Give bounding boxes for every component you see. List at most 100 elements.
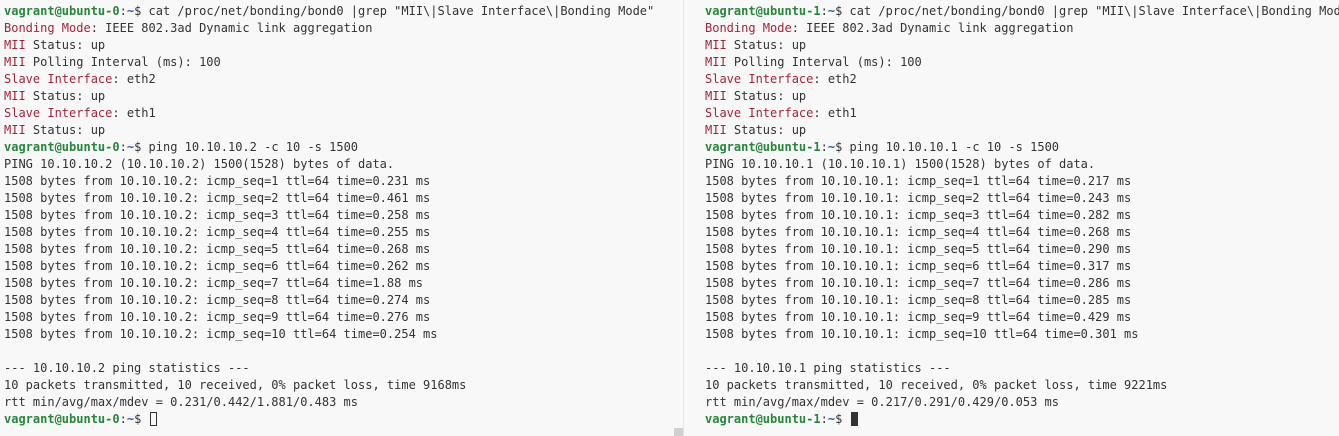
field-value: Polling Interval (ms): 100 bbox=[726, 55, 922, 69]
output-field-line: MII Polling Interval (ms): 100 bbox=[705, 54, 1339, 71]
field-value: : eth1 bbox=[813, 106, 857, 120]
terminal-pane-ubuntu-0[interactable]: vagrant@ubuntu-0:~$ cat /proc/net/bondin… bbox=[0, 0, 683, 436]
output-line: 1508 bytes from 10.10.10.1: icmp_seq=6 t… bbox=[705, 259, 1132, 273]
field-key: MII bbox=[4, 38, 26, 52]
field-value: Status: up bbox=[25, 123, 106, 137]
prompt-line: vagrant@ubuntu-1:~$ ping 10.10.10.1 -c 1… bbox=[705, 139, 1339, 156]
field-key: Bonding Mode bbox=[705, 21, 792, 35]
output-line: 1508 bytes from 10.10.10.1: icmp_seq=9 t… bbox=[705, 310, 1132, 324]
output-field-line: Slave Interface: eth2 bbox=[4, 71, 683, 88]
field-value: : eth2 bbox=[112, 72, 156, 86]
terminal-output[interactable]: vagrant@ubuntu-0:~$ cat /proc/net/bondin… bbox=[0, 0, 683, 428]
field-value: Polling Interval (ms): 100 bbox=[25, 55, 221, 69]
prompt-separator: : bbox=[820, 140, 828, 154]
command-text: cat /proc/net/bonding/bond0 |grep "MII\|… bbox=[148, 4, 655, 18]
field-key: Bonding Mode bbox=[4, 21, 91, 35]
output-line: 1508 bytes from 10.10.10.2: icmp_seq=10 … bbox=[4, 327, 438, 341]
output-field-line: MII Status: up bbox=[705, 122, 1339, 139]
prompt-separator: : bbox=[820, 412, 828, 426]
field-key: Slave Interface bbox=[705, 72, 814, 86]
output-line: 1508 bytes from 10.10.10.1: icmp_seq=10 … bbox=[705, 327, 1139, 341]
output-line: 1508 bytes from 10.10.10.2: icmp_seq=8 t… bbox=[4, 293, 431, 307]
output-field-line: Bonding Mode: IEEE 802.3ad Dynamic link … bbox=[4, 20, 683, 37]
terminal-window: vagrant@ubuntu-0:~$ cat /proc/net/bondin… bbox=[0, 0, 1339, 436]
field-key: Slave Interface bbox=[4, 106, 113, 120]
output-line: 1508 bytes from 10.10.10.2: icmp_seq=4 t… bbox=[4, 225, 431, 239]
prompt-separator: : bbox=[820, 4, 828, 18]
output-field-line: Slave Interface: eth1 bbox=[4, 105, 683, 122]
prompt-symbol: $ bbox=[134, 4, 149, 18]
output-line: 10 packets transmitted, 10 received, 0% … bbox=[4, 378, 467, 392]
prompt-path: ~ bbox=[126, 412, 135, 426]
prompt-user-host: vagrant@ubuntu-0 bbox=[4, 412, 120, 426]
field-key: Slave Interface bbox=[4, 72, 113, 86]
command-text: ping 10.10.10.1 -c 10 -s 1500 bbox=[849, 140, 1060, 154]
output-line: rtt min/avg/max/mdev = 0.217/0.291/0.429… bbox=[705, 395, 1060, 409]
output-field-line: MII Status: up bbox=[4, 88, 683, 105]
output-line: 1508 bytes from 10.10.10.2: icmp_seq=1 t… bbox=[4, 174, 431, 188]
terminal-pane-ubuntu-1[interactable]: vagrant@ubuntu-1:~$ cat /proc/net/bondin… bbox=[685, 0, 1339, 436]
scrollbar-thumb[interactable] bbox=[674, 428, 683, 436]
field-value: : IEEE 802.3ad Dynamic link aggregation bbox=[90, 21, 373, 35]
output-line: 1508 bytes from 10.10.10.1: icmp_seq=1 t… bbox=[705, 174, 1132, 188]
field-value: Status: up bbox=[726, 123, 807, 137]
prompt-path: ~ bbox=[126, 140, 135, 154]
command-text: cat /proc/net/bonding/bond0 |grep "MII\|… bbox=[849, 4, 1339, 18]
output-field-line: MII Status: up bbox=[4, 122, 683, 139]
output-line: 1508 bytes from 10.10.10.1: icmp_seq=5 t… bbox=[705, 242, 1132, 256]
output-line: 1508 bytes from 10.10.10.2: icmp_seq=5 t… bbox=[4, 242, 431, 256]
output-line: PING 10.10.10.2 (10.10.10.2) 1500(1528) … bbox=[4, 157, 395, 171]
prompt-separator: : bbox=[119, 412, 127, 426]
field-value: : eth1 bbox=[112, 106, 156, 120]
prompt-line: vagrant@ubuntu-0:~$ bbox=[4, 411, 683, 428]
prompt-user-host: vagrant@ubuntu-1 bbox=[705, 4, 821, 18]
prompt-line: vagrant@ubuntu-1:~$ cat /proc/net/bondin… bbox=[705, 3, 1339, 20]
prompt-path: ~ bbox=[827, 4, 836, 18]
field-key: Slave Interface bbox=[705, 106, 814, 120]
output-line: rtt min/avg/max/mdev = 0.231/0.442/1.881… bbox=[4, 395, 359, 409]
pane-divider[interactable] bbox=[683, 0, 684, 436]
prompt-symbol: $ bbox=[835, 4, 850, 18]
output-line: 1508 bytes from 10.10.10.1: icmp_seq=2 t… bbox=[705, 191, 1132, 205]
field-key: MII bbox=[4, 89, 26, 103]
output-field-line: Bonding Mode: IEEE 802.3ad Dynamic link … bbox=[705, 20, 1339, 37]
prompt-separator: : bbox=[119, 140, 127, 154]
field-key: MII bbox=[4, 55, 26, 69]
terminal-output[interactable]: vagrant@ubuntu-1:~$ cat /proc/net/bondin… bbox=[685, 0, 1339, 428]
output-line: 1508 bytes from 10.10.10.2: icmp_seq=2 t… bbox=[4, 191, 431, 205]
prompt-path: ~ bbox=[126, 4, 135, 18]
prompt-line: vagrant@ubuntu-1:~$ bbox=[705, 411, 1339, 428]
field-key: MII bbox=[705, 38, 727, 52]
output-line: 1508 bytes from 10.10.10.1: icmp_seq=3 t… bbox=[705, 208, 1132, 222]
output-line: 1508 bytes from 10.10.10.2: icmp_seq=6 t… bbox=[4, 259, 431, 273]
output-line: 10 packets transmitted, 10 received, 0% … bbox=[705, 378, 1168, 392]
prompt-symbol: $ bbox=[134, 412, 149, 426]
prompt-path: ~ bbox=[827, 412, 836, 426]
prompt-symbol: $ bbox=[134, 140, 149, 154]
prompt-path: ~ bbox=[827, 140, 836, 154]
field-value: Status: up bbox=[726, 89, 807, 103]
prompt-line: vagrant@ubuntu-0:~$ ping 10.10.10.2 -c 1… bbox=[4, 139, 683, 156]
text-cursor[interactable] bbox=[850, 412, 858, 426]
field-value: Status: up bbox=[25, 89, 106, 103]
field-key: MII bbox=[705, 89, 727, 103]
output-line: 1508 bytes from 10.10.10.2: icmp_seq=9 t… bbox=[4, 310, 431, 324]
output-line: 1508 bytes from 10.10.10.1: icmp_seq=7 t… bbox=[705, 276, 1132, 290]
prompt-symbol: $ bbox=[835, 140, 850, 154]
output-line: --- 10.10.10.1 ping statistics --- bbox=[705, 361, 951, 375]
field-key: MII bbox=[705, 55, 727, 69]
output-field-line: MII Status: up bbox=[705, 37, 1339, 54]
field-value: Status: up bbox=[726, 38, 807, 52]
prompt-user-host: vagrant@ubuntu-1 bbox=[705, 412, 821, 426]
prompt-symbol: $ bbox=[835, 412, 850, 426]
text-cursor[interactable] bbox=[149, 412, 157, 426]
output-line: 1508 bytes from 10.10.10.2: icmp_seq=7 t… bbox=[4, 276, 424, 290]
output-line: 1508 bytes from 10.10.10.1: icmp_seq=8 t… bbox=[705, 293, 1132, 307]
output-line: PING 10.10.10.1 (10.10.10.1) 1500(1528) … bbox=[705, 157, 1096, 171]
field-key: MII bbox=[4, 123, 26, 137]
output-line: --- 10.10.10.2 ping statistics --- bbox=[4, 361, 250, 375]
prompt-separator: : bbox=[119, 4, 127, 18]
field-key: MII bbox=[705, 123, 727, 137]
output-field-line: MII Status: up bbox=[4, 37, 683, 54]
prompt-user-host: vagrant@ubuntu-0 bbox=[4, 140, 120, 154]
